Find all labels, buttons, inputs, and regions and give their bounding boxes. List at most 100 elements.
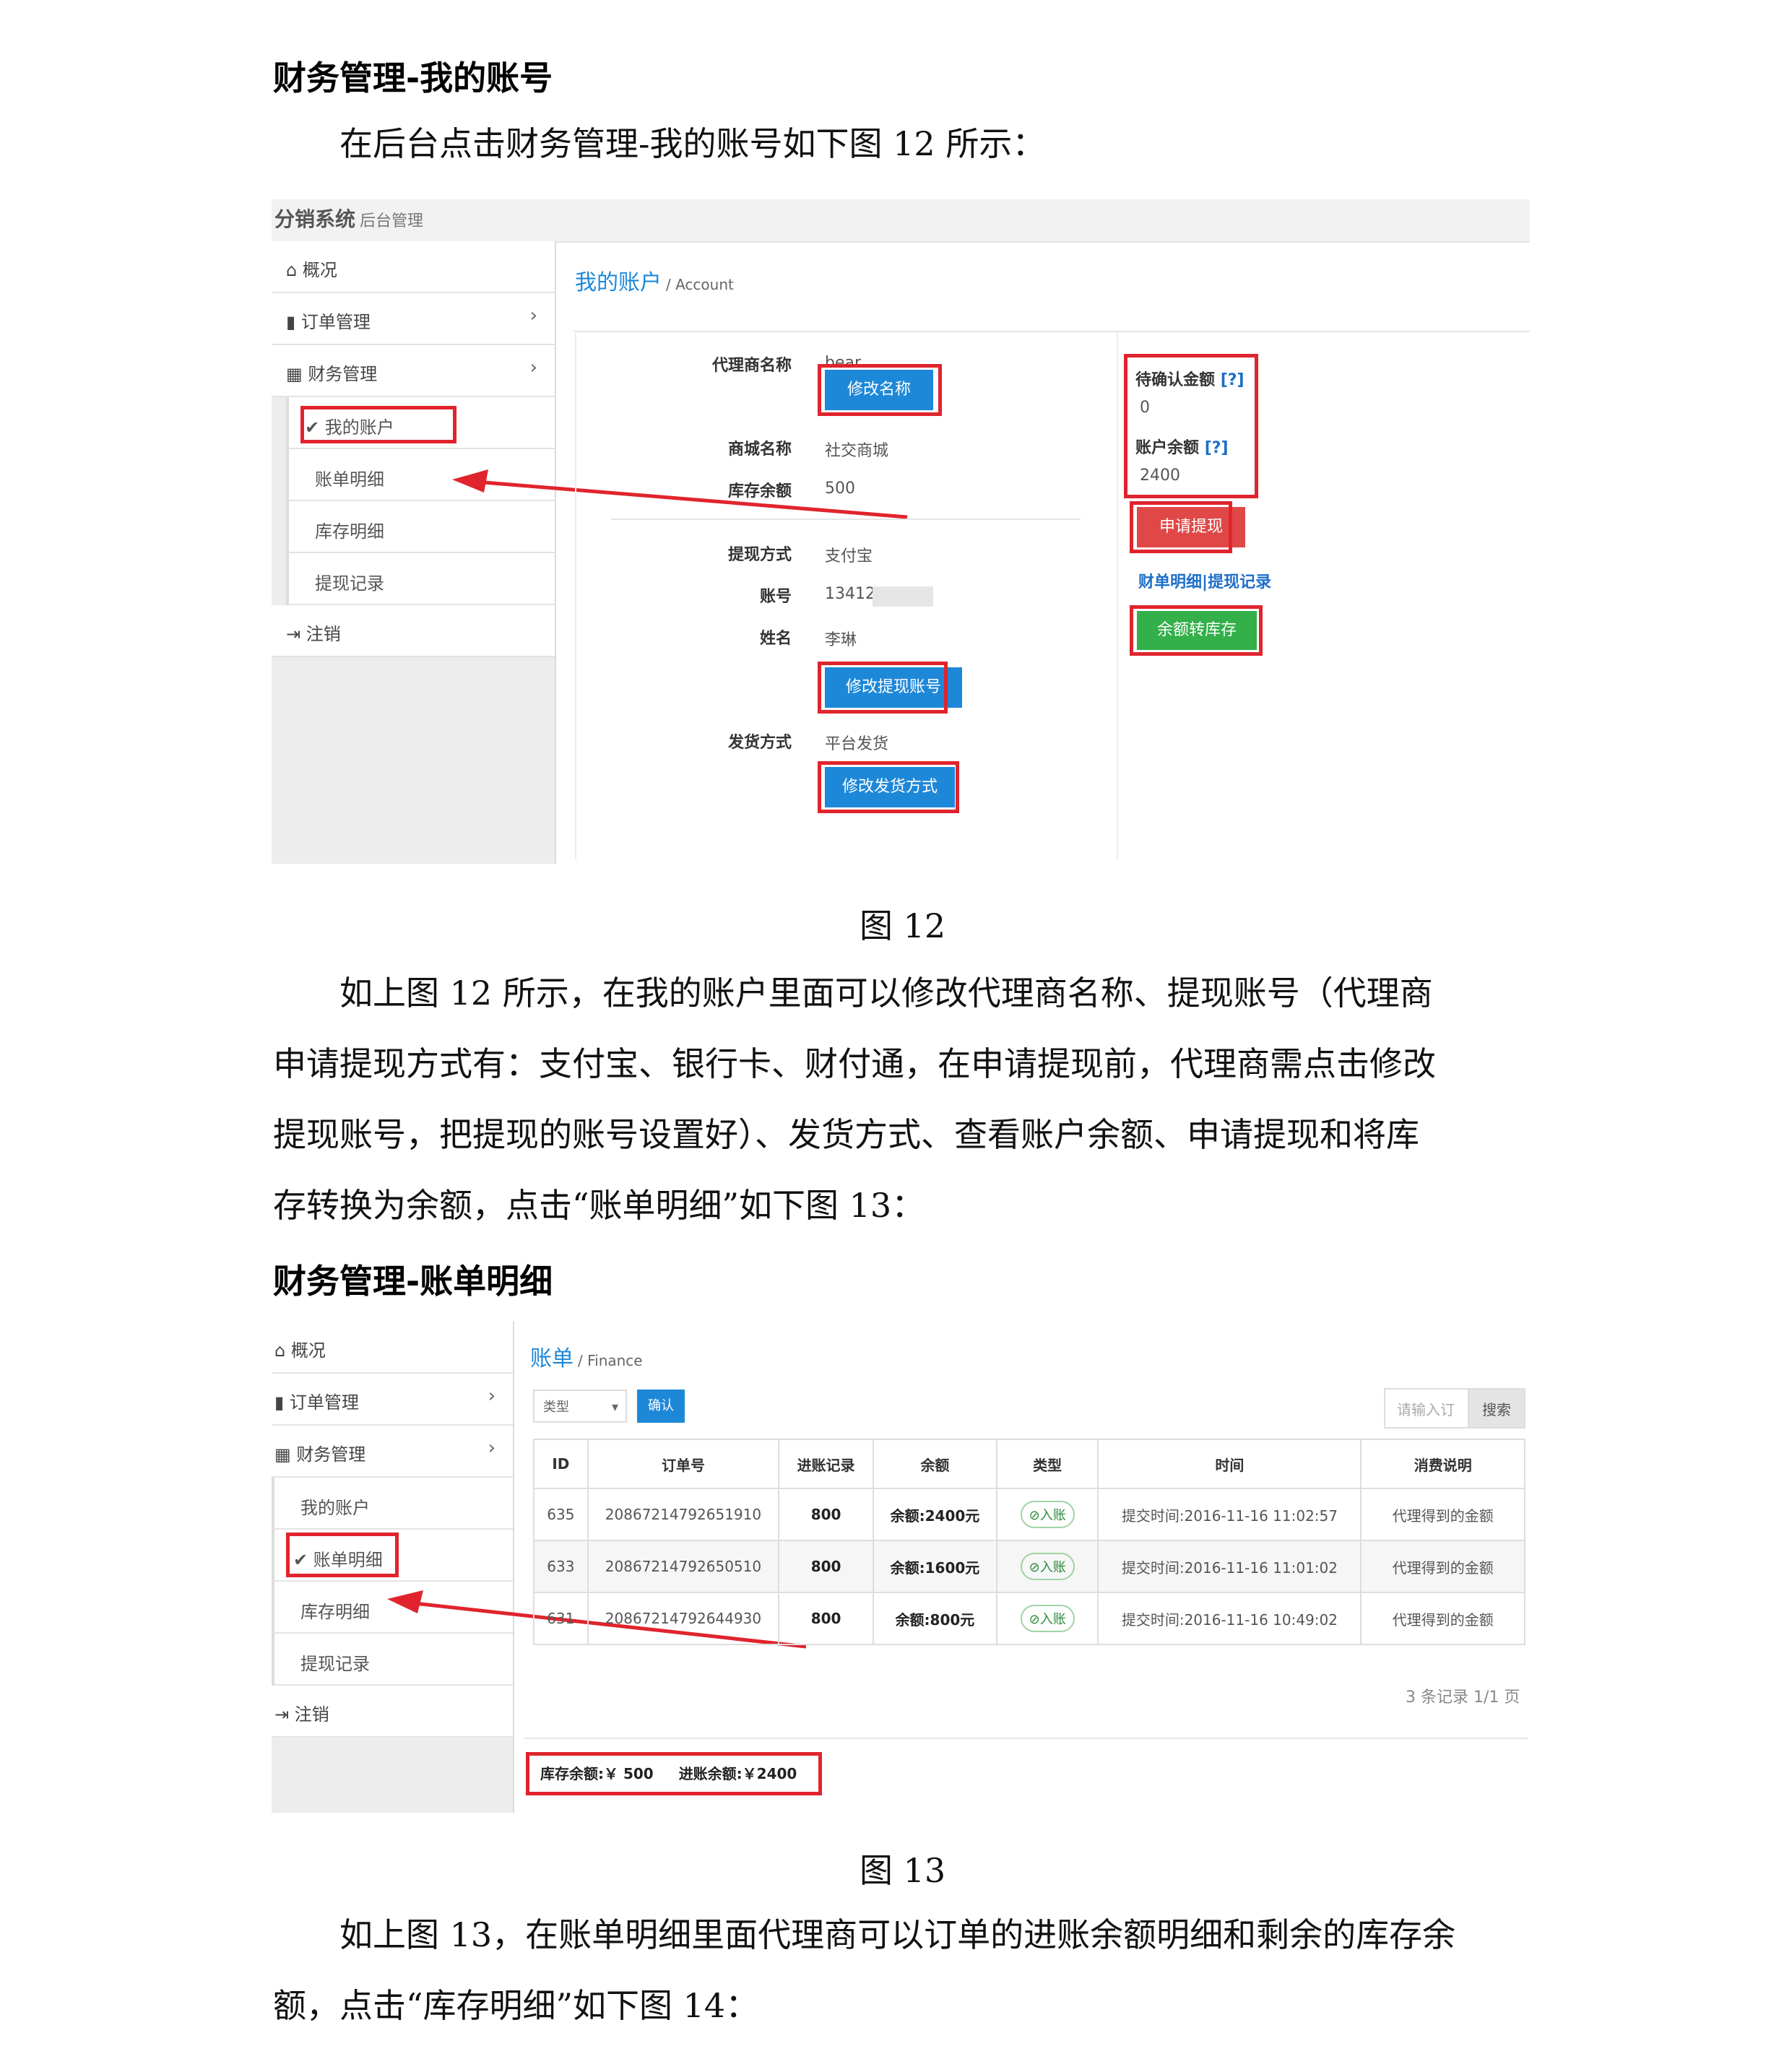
cell-time: 提交时间:2016-11-16 11:01:02	[1097, 1540, 1362, 1593]
col-desc: 消费说明	[1360, 1439, 1525, 1489]
highlight-edit-withdraw	[818, 662, 948, 714]
highlight-edit-ship	[818, 761, 959, 813]
cell-time: 提交时间:2016-11-16 11:02:57	[1097, 1488, 1362, 1541]
shop-name-value: 社交商城	[825, 442, 889, 460]
cell-income: 800	[778, 1592, 874, 1645]
status-badge: ⊘入账	[1020, 1553, 1075, 1580]
cell-balance: 余额:2400元	[872, 1488, 997, 1541]
page-title: 账单 / Finance	[530, 1346, 643, 1371]
divider	[573, 331, 1530, 332]
sidebar-item-my-account[interactable]: 我的账户	[272, 1478, 513, 1530]
col-type: 类型	[995, 1439, 1099, 1489]
calculator-icon: ▦	[286, 364, 308, 384]
withdraw-method-value: 支付宝	[825, 547, 873, 565]
sidebar-item-finance[interactable]: ▦ 财务管理 ›	[272, 1426, 513, 1478]
confirm-button[interactable]: 确认	[637, 1390, 685, 1423]
search-button[interactable]: 搜索	[1468, 1388, 1525, 1429]
withdraw-record-link[interactable]: 提现记录	[1208, 573, 1271, 591]
sidebar-item-overview[interactable]: ⌂ 概况	[272, 1322, 513, 1374]
cell-desc: 代理得到的金额	[1360, 1540, 1525, 1593]
type-select[interactable]: 类型 ▾	[533, 1390, 627, 1423]
pager-info: 3 条记录 1/1 页	[1406, 1689, 1520, 1707]
ship-method-label: 发货方式	[727, 734, 792, 752]
col-id: ID	[533, 1439, 589, 1489]
bill-table: ID 订单号 进账记录 余额 类型 时间 消费说明 635 2086721479…	[533, 1439, 1525, 1645]
paragraph-3-line-2: 额，点击“库存明细”如下图 14：	[273, 1986, 759, 2025]
account-value: 13412	[825, 585, 875, 603]
chevron-right-icon: ›	[529, 357, 537, 378]
stock-balance-label: 库存余额	[727, 482, 792, 500]
paragraph-2-line-4: 存转换为余额，点击“账单明细”如下图 13：	[273, 1186, 925, 1225]
figure-12-screenshot: 分销系统 后台管理 ⌂ 概况 ▮ 订单管理 › ▦ 财务管理 › ✔ 我的账户 账单明…	[272, 199, 1530, 864]
shop-name-label: 商城名称	[727, 441, 792, 459]
cell-income: 800	[778, 1540, 874, 1593]
form-divider	[611, 519, 1081, 520]
cell-desc: 代理得到的金额	[1360, 1488, 1525, 1541]
link-separator: |	[1202, 573, 1208, 591]
stock-balance-value: 500	[825, 480, 855, 498]
sidebar-item-orders[interactable]: ▮ 订单管理 ›	[272, 1374, 513, 1426]
col-time: 时间	[1097, 1439, 1362, 1489]
col-income: 进账记录	[778, 1439, 874, 1489]
name-value: 李琳	[825, 631, 857, 649]
agent-name-label: 代理商名称	[711, 357, 792, 375]
status-badge: ⊘入账	[1020, 1501, 1075, 1528]
name-label: 姓名	[759, 630, 792, 648]
cell-order: 20867214792651910	[586, 1488, 780, 1541]
cell-balance: 余额:800元	[872, 1592, 997, 1645]
footer-divider	[524, 1738, 1528, 1739]
section-heading-bill-detail: 财务管理-账单明细	[273, 1262, 553, 1301]
cell-balance: 余额:1600元	[872, 1540, 997, 1593]
sidebar-item-overview[interactable]: ⌂ 概况	[272, 241, 555, 293]
file-icon: ▮	[286, 312, 301, 332]
cell-id: 635	[533, 1488, 589, 1541]
search-input[interactable]: 请输入订	[1384, 1388, 1469, 1429]
caret-down-icon: ▾	[611, 1400, 618, 1415]
section-heading-my-account: 财务管理-我的账号	[273, 58, 553, 97]
sidebar: ⌂ 概况 ▮ 订单管理 › ▦ 财务管理 › ✔ 我的账户 账单明细 库存明细 提现…	[272, 241, 556, 864]
sidebar-item-withdraw-record[interactable]: 提现记录	[286, 553, 555, 605]
brand-title: 分销系统 后台管理	[274, 207, 424, 231]
figure-13-caption: 图 13	[860, 1851, 946, 1890]
highlight-balance-to-stock	[1130, 605, 1263, 656]
sidebar-item-orders[interactable]: ▮ 订单管理 ›	[272, 293, 555, 345]
top-bar: 分销系统 后台管理	[272, 199, 1530, 243]
highlight-apply-withdraw	[1130, 501, 1232, 553]
withdraw-method-label: 提现方式	[727, 546, 792, 564]
table-row: 633 20867214792650510 800 余额:1600元 ⊘入账 提…	[533, 1540, 1525, 1593]
paragraph-2-line-2: 申请提现方式有：支付宝、银行卡、财付通，在申请提现前，代理商需点击修改	[273, 1044, 1436, 1083]
chevron-right-icon: ›	[488, 1385, 495, 1407]
sidebar-item-logout[interactable]: ⇥ 注销	[272, 605, 555, 657]
col-balance: 余额	[872, 1439, 997, 1489]
logout-icon: ⇥	[274, 1704, 295, 1725]
chevron-right-icon: ›	[488, 1437, 495, 1459]
ship-method-value: 平台发货	[825, 735, 889, 753]
cell-order: 20867214792644930	[586, 1592, 780, 1645]
sidebar-item-logout[interactable]: ⇥ 注销	[272, 1686, 513, 1738]
cell-id: 633	[533, 1540, 589, 1593]
cell-id: 631	[533, 1592, 589, 1645]
cell-desc: 代理得到的金额	[1360, 1592, 1525, 1645]
table-row: 635 20867214792651910 800 余额:2400元 ⊘入账 提…	[533, 1488, 1525, 1541]
redacted-mask	[873, 586, 933, 607]
highlight-edit-name	[818, 364, 942, 416]
table-row: 631 20867214792644930 800 余额:800元 ⊘入账 提交…	[533, 1592, 1525, 1645]
highlight-balances	[1124, 354, 1258, 498]
paragraph-2-line-1: 如上图 12 所示，在我的账户里面可以修改代理商名称、提现账号（代理商	[339, 974, 1433, 1013]
home-icon: ⌂	[274, 1340, 291, 1361]
figure-13-screenshot: ⌂ 概况 ▮ 订单管理 › ▦ 财务管理 › 我的账户 ✔ 账单明细 库存明细 提现…	[272, 1322, 1528, 1813]
home-icon: ⌂	[286, 260, 303, 280]
account-label: 账号	[759, 588, 792, 606]
chevron-right-icon: ›	[529, 305, 537, 326]
highlight-bill-detail	[286, 1533, 399, 1577]
cell-time: 提交时间:2016-11-16 10:49:02	[1097, 1592, 1362, 1645]
intro-paragraph: 在后台点击财务管理-我的账号如下图 12 所示：	[339, 124, 1046, 163]
file-icon: ▮	[274, 1392, 290, 1413]
sidebar-item-finance[interactable]: ▦ 财务管理 ›	[272, 345, 555, 397]
figure-12-caption: 图 12	[860, 906, 946, 945]
page-title: 我的账户 / Account	[575, 270, 734, 295]
col-order: 订单号	[586, 1439, 780, 1489]
status-badge: ⊘入账	[1020, 1605, 1075, 1632]
finance-detail-link[interactable]: 财单明细	[1138, 573, 1202, 591]
finance-links: 财单明细|提现记录	[1138, 569, 1271, 592]
